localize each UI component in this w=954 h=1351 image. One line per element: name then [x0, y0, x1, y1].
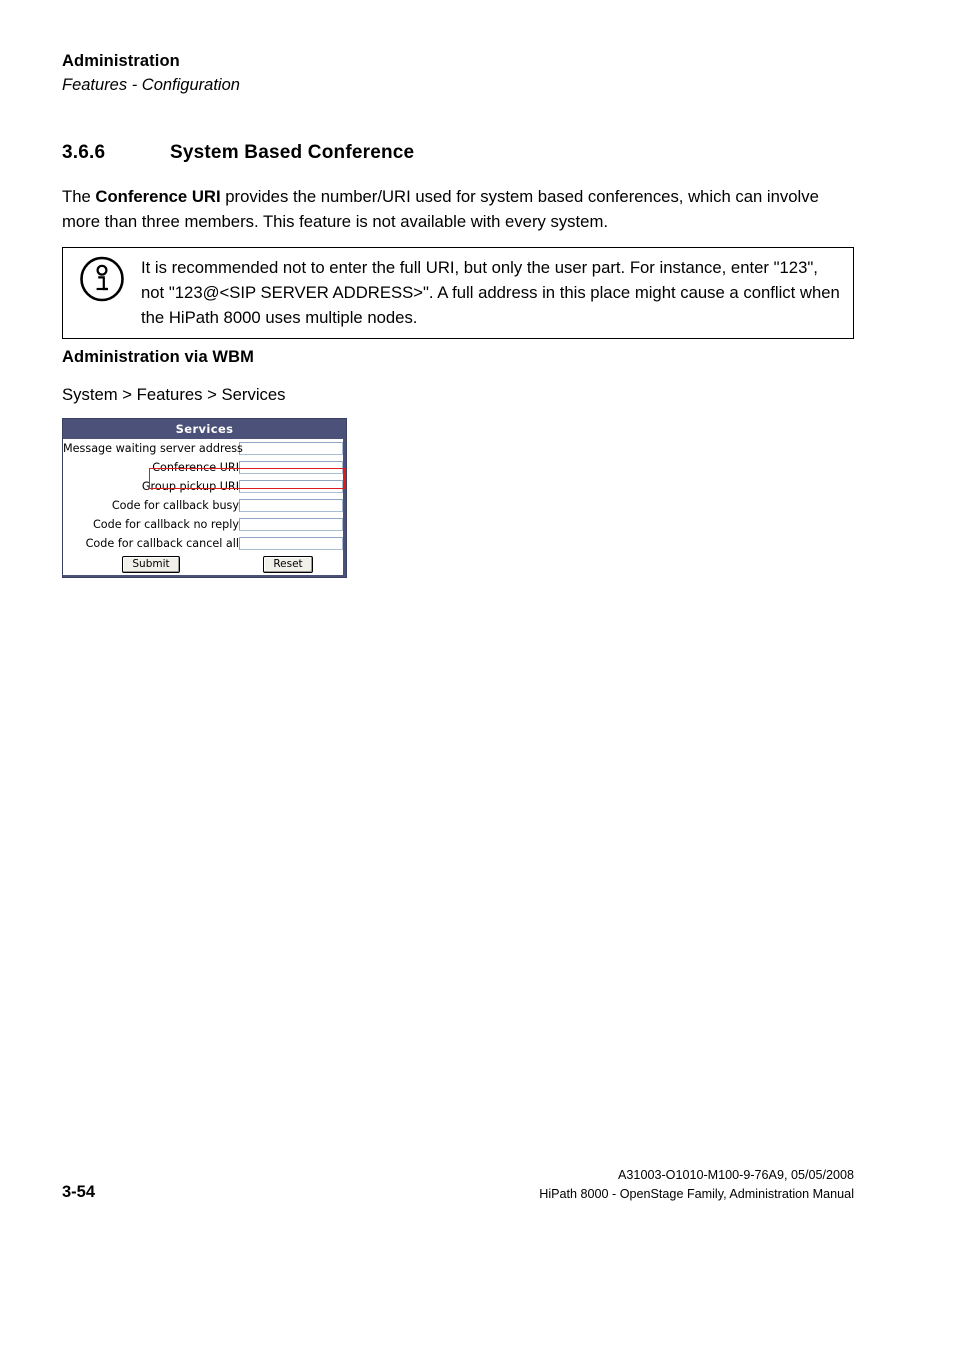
table-row: Conference URI	[63, 458, 343, 477]
services-form-title: Services	[63, 419, 346, 439]
footer-document-info: A31003-O1010-M100-9-76A9, 05/05/2008 HiP…	[539, 1166, 854, 1204]
table-row: Code for callback busy	[63, 496, 343, 515]
field-label-message-waiting-server-address: Message waiting server address	[63, 439, 243, 458]
note-paragraph: It is recommended not to enter the full …	[141, 258, 840, 327]
input-code-for-callback-busy[interactable]	[239, 499, 343, 512]
field-cell	[239, 515, 343, 534]
table-row: Group pickup URI	[63, 477, 343, 496]
submit-button[interactable]: Submit	[122, 555, 180, 573]
input-message-waiting-server-address[interactable]	[239, 442, 343, 455]
section-number: 3.6.6	[62, 142, 106, 163]
info-circle-icon	[80, 256, 124, 302]
section-heading: 3.6.6 System Based Conference	[62, 142, 862, 164]
note-box: It is recommended not to enter the full …	[62, 247, 854, 339]
services-field-rows: Message waiting server address Conferenc…	[63, 439, 343, 575]
footer-doc-title: HiPath 8000 - OpenStage Family, Administ…	[539, 1187, 854, 1201]
footer-page-number: 3-54	[62, 1183, 96, 1201]
field-label-group-pickup-uri: Group pickup URI	[63, 477, 239, 496]
note-text: It is recommended not to enter the full …	[141, 248, 853, 338]
note-icon-container	[63, 248, 141, 302]
services-button-row: Submit Reset	[63, 553, 343, 575]
field-label-code-for-callback-busy: Code for callback busy	[63, 496, 239, 515]
field-cell	[239, 439, 343, 458]
running-head-title: Administration	[62, 52, 180, 70]
table-row: Code for callback cancel all	[63, 534, 343, 553]
reset-button-container: Reset	[239, 555, 337, 573]
field-cell	[239, 458, 343, 477]
submit-button-container: Submit	[63, 555, 239, 573]
document-page: Administration Features - Configuration …	[0, 0, 954, 1351]
field-cell	[239, 534, 343, 553]
input-conference-uri[interactable]	[239, 461, 343, 474]
field-label-code-for-callback-cancel-all: Code for callback cancel all	[63, 534, 239, 553]
table-row: Message waiting server address	[63, 439, 343, 458]
input-code-for-callback-no-reply[interactable]	[239, 518, 343, 531]
field-cell	[239, 477, 343, 496]
field-label-conference-uri: Conference URI	[63, 458, 239, 477]
services-button-row-inner: Submit Reset	[63, 553, 343, 575]
reset-button[interactable]: Reset	[263, 555, 313, 573]
field-cell	[239, 496, 343, 515]
footer-doc-id: A31003-O1010-M100-9-76A9, 05/05/2008	[618, 1168, 854, 1182]
field-label-code-for-callback-no-reply: Code for callback no reply	[63, 515, 239, 534]
running-head-subtitle: Features - Configuration	[62, 76, 240, 94]
section-title: System Based Conference	[170, 142, 415, 163]
intro-text-before: The	[62, 187, 96, 206]
table-row-buttons: Submit Reset	[63, 553, 343, 575]
intro-bold-term: Conference URI	[95, 187, 221, 206]
wbm-navigation-path: System > Features > Services	[62, 385, 286, 404]
input-group-pickup-uri[interactable]	[239, 480, 343, 493]
wbm-heading: Administration via WBM	[62, 348, 254, 366]
services-field-table: Message waiting server address Conferenc…	[63, 439, 343, 575]
services-form-screenshot: Services Message waiting server address …	[62, 418, 347, 578]
running-head: Administration Features - Configuration	[62, 50, 862, 96]
services-form-body: Message waiting server address Conferenc…	[63, 439, 345, 575]
input-code-for-callback-cancel-all[interactable]	[239, 537, 343, 550]
table-row: Code for callback no reply	[63, 515, 343, 534]
intro-paragraph: The Conference URI provides the number/U…	[62, 184, 857, 234]
